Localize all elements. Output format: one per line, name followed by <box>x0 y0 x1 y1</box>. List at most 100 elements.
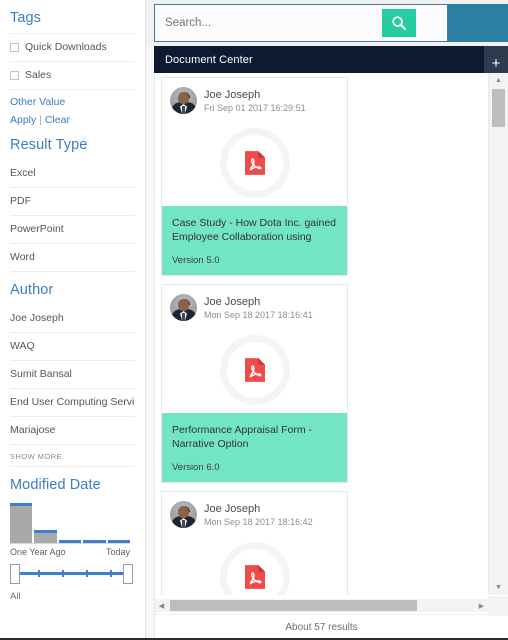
facet-item-joe-joseph[interactable]: Joe Joseph <box>10 305 135 333</box>
facet-item-end-user-computing[interactable]: End User Computing Servi... <box>10 389 135 417</box>
other-value-link[interactable]: Other Value <box>10 90 135 109</box>
pdf-icon <box>244 358 265 382</box>
search-icon <box>392 16 406 30</box>
histogram-bar <box>34 530 57 543</box>
results-vertical-scrollbar[interactable]: ▲ ▼ <box>488 73 508 595</box>
facet-title-modified-date: Modified Date <box>10 477 101 493</box>
facet-item-powerpoint[interactable]: PowerPoint <box>10 216 135 244</box>
card-version: Version 6.0 <box>172 462 220 473</box>
card-body: Performance Appraisal Form - Narrative O… <box>162 413 347 482</box>
results-card-list: Joe Joseph Fri Sep 01 2017 16:29:51 Case… <box>155 73 488 595</box>
facet-label: Excel <box>10 167 36 179</box>
main-panel: Document Center + Joe Joseph <box>146 0 508 640</box>
facet-label: PowerPoint <box>10 223 64 235</box>
scroll-up-arrow[interactable]: ▲ <box>489 73 508 88</box>
search-input[interactable] <box>155 5 382 41</box>
card-author: Joe Joseph <box>204 88 261 101</box>
slider-handle-start[interactable] <box>10 564 20 584</box>
scroll-down-arrow[interactable]: ▼ <box>489 580 508 595</box>
slider-tick <box>110 570 112 577</box>
card-meta: Joe Joseph Mon Sep 18 2017 18:16:41 <box>204 295 313 321</box>
refinement-sidebar: Tags Quick Downloads Sales Other Value A… <box>0 0 146 640</box>
facet-label: Joe Joseph <box>10 312 64 324</box>
facet-item-mariajose[interactable]: Mariajose <box>10 417 135 445</box>
results-horizontal-scrollbar[interactable]: ◀ ▶ <box>155 599 488 612</box>
card-author: Joe Joseph <box>204 295 261 308</box>
apply-clear-row: Apply | Clear <box>10 109 135 127</box>
facet-item-quick-downloads[interactable]: Quick Downloads <box>10 33 135 62</box>
modified-date-range-slider[interactable] <box>10 563 133 585</box>
search-button[interactable] <box>382 9 416 37</box>
facet-label: Sales <box>25 69 52 81</box>
facet-title-tags: Tags <box>10 10 42 26</box>
card-date: Mon Sep 18 2017 18:16:42 <box>204 516 313 527</box>
result-card[interactable]: Joe Joseph Fri Sep 01 2017 16:29:51 Case… <box>161 77 348 276</box>
card-icon-zone <box>162 534 347 595</box>
result-card[interactable]: Joe Joseph Mon Sep 18 2017 18:16:42 <box>161 491 348 595</box>
apply-link[interactable]: Apply <box>10 114 36 126</box>
slider-tick <box>86 570 88 577</box>
clear-link[interactable]: Clear <box>45 114 70 126</box>
card-version: Version 5.0 <box>172 255 220 266</box>
apply-clear-separator: | <box>39 114 42 126</box>
vertical-scroll-thumb[interactable] <box>492 89 505 127</box>
results-scroll-viewport: Joe Joseph Fri Sep 01 2017 16:29:51 Case… <box>155 73 488 595</box>
card-icon-zone <box>162 327 347 413</box>
card-title: Performance Appraisal Form - Narrative O… <box>172 424 313 450</box>
search-box[interactable] <box>154 4 448 42</box>
modified-date-histogram <box>10 500 131 544</box>
avatar <box>170 294 197 321</box>
facet-label: PDF <box>10 195 31 207</box>
facet-item-waq[interactable]: WAQ <box>10 333 135 361</box>
scroll-right-arrow[interactable]: ▶ <box>475 602 488 610</box>
histogram-bar <box>107 540 131 543</box>
checkbox-sales[interactable] <box>10 71 19 80</box>
histogram-bar <box>83 540 106 543</box>
card-header: Joe Joseph Mon Sep 18 2017 18:16:42 <box>162 492 347 534</box>
card-date: Fri Sep 01 2017 16:29:51 <box>204 102 306 113</box>
result-card[interactable]: Joe Joseph Mon Sep 18 2017 18:16:41 Perf… <box>161 284 348 483</box>
show-more-authors-link[interactable]: SHOW MORE <box>10 445 135 467</box>
slider-tick <box>38 570 40 577</box>
card-body: Case Study - How Dota Inc. gained Employ… <box>162 206 347 275</box>
facet-label: Mariajose <box>10 424 56 436</box>
histogram-bar <box>10 503 33 543</box>
facet-item-excel[interactable]: Excel <box>10 160 135 188</box>
horizontal-scroll-track[interactable] <box>168 600 475 611</box>
slider-handle-end[interactable] <box>123 564 133 584</box>
axis-label-end: Today <box>105 547 130 557</box>
facet-label: WAQ <box>10 340 35 352</box>
histogram-axis-labels: One Year Ago Today <box>10 544 130 561</box>
search-results-app: Tags Quick Downloads Sales Other Value A… <box>0 0 508 640</box>
scroll-left-arrow[interactable]: ◀ <box>155 602 168 610</box>
search-bar-region <box>146 0 508 46</box>
facet-item-word[interactable]: Word <box>10 244 135 272</box>
results-count-footer: About 57 results <box>155 614 488 640</box>
facet-label: Word <box>10 251 35 263</box>
card-author: Joe Joseph <box>204 502 261 515</box>
facet-item-sumit-bansal[interactable]: Sumit Bansal <box>10 361 135 389</box>
file-icon-circle <box>226 549 283 595</box>
pdf-icon <box>244 151 265 175</box>
results-area: Joe Joseph Fri Sep 01 2017 16:29:51 Case… <box>154 73 508 640</box>
facet-item-pdf[interactable]: PDF <box>10 188 135 216</box>
add-document-button[interactable]: + <box>484 46 508 73</box>
file-icon-circle <box>226 135 283 191</box>
card-header: Joe Joseph Mon Sep 18 2017 18:16:41 <box>162 285 347 327</box>
document-center-bar: Document Center + <box>154 46 508 73</box>
histogram-bar <box>58 540 82 543</box>
facet-title-result-type: Result Type <box>10 137 88 153</box>
document-center-title: Document Center <box>165 53 253 66</box>
card-date: Mon Sep 18 2017 18:16:41 <box>204 309 313 320</box>
axis-label-start: One Year Ago <box>10 547 66 557</box>
card-meta: Joe Joseph Mon Sep 18 2017 18:16:42 <box>204 502 313 528</box>
facet-item-sales[interactable]: Sales <box>10 62 135 90</box>
card-icon-zone <box>162 120 347 206</box>
avatar <box>170 87 197 114</box>
checkbox-quick-downloads[interactable] <box>10 43 19 52</box>
slider-track[interactable] <box>18 572 125 575</box>
facet-label: Sumit Bansal <box>10 368 72 380</box>
pdf-icon <box>244 565 265 589</box>
horizontal-scroll-thumb[interactable] <box>170 600 417 611</box>
facet-title-author: Author <box>10 282 54 298</box>
